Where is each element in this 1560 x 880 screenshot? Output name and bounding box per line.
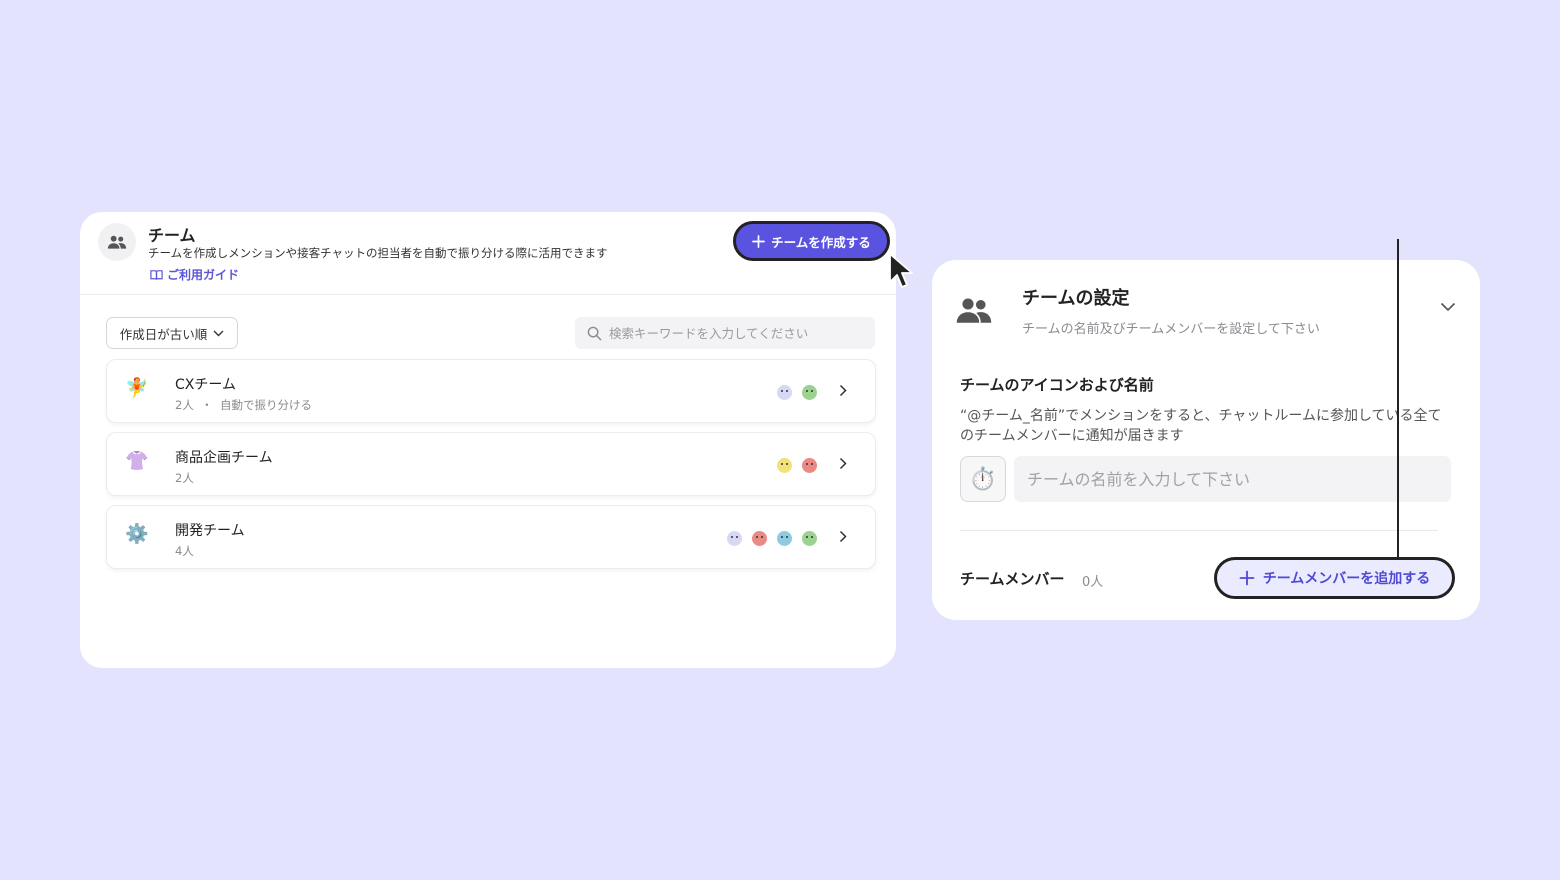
guide-link-label: ご利用ガイド [167,268,240,282]
add-member-label: チームメンバーを追加する [1262,571,1431,587]
team-list: 🧚 CXチーム 2人 ・ 自動で振り分ける 👚 商品企画チーム 2人 ⚙️ 開発… [106,359,876,578]
chevron-down-icon[interactable] [1440,302,1456,312]
fairy-icon: 🧚 [125,377,149,399]
create-team-button[interactable]: チームを作成する [733,221,890,261]
settings-subtitle: チームの名前及びチームメンバーを設定して下さい [1022,322,1320,337]
avatar [802,458,817,473]
search-input[interactable] [609,325,859,341]
team-name: CXチーム [175,377,236,393]
sort-label: 作成日が古い順 [119,326,208,342]
book-icon [150,269,163,280]
shirt-icon: 👚 [125,450,149,472]
sort-dropdown[interactable]: 作成日が古い順 [106,317,238,349]
separator: ・ [201,398,213,412]
search-icon [587,326,602,340]
chevron-right-icon [839,530,847,543]
team-name: 商品企画チーム [175,450,273,466]
stopwatch-icon: ⏱️ [969,466,997,492]
add-member-button[interactable]: チームメンバーを追加する [1214,557,1455,599]
plus-icon [752,234,766,248]
team-name: 開発チーム [175,523,245,539]
team-icon-picker[interactable]: ⏱️ [960,456,1006,502]
team-row-dev[interactable]: ⚙️ 開発チーム 4人 [106,505,876,569]
chevron-down-icon [213,330,224,336]
settings-title: チームの設定 [1022,288,1130,309]
team-meta: 2人 ・ 自動で振り分ける [175,397,312,413]
member-avatars [727,531,817,546]
chevron-right-icon [839,384,847,397]
search-box [575,317,875,349]
divider [960,530,1438,531]
page-title: チーム [148,226,196,245]
avatar [777,385,792,400]
member-count: 0人 [1082,575,1104,590]
avatar [802,385,817,400]
create-team-label: チームを作成する [771,234,871,250]
member-count: 4人 [175,544,194,558]
icon-name-section-desc: “@チーム_名前”でメンションをすると、チャットルームに参加している全てのチーム… [960,408,1442,444]
member-count: 2人 [175,471,194,485]
icon-name-section-title: チームのアイコンおよび名前 [960,376,1154,394]
team-icon [98,223,136,261]
mouse-cursor-icon [889,253,913,288]
team-row-product[interactable]: 👚 商品企画チーム 2人 [106,432,876,496]
plus-icon [1239,570,1255,586]
member-count: 2人 [175,398,194,412]
member-avatars [777,385,817,400]
gear-icon: ⚙️ [125,523,149,545]
team-icon [956,298,992,323]
page-description: チームを作成しメンションや接客チャットの担当者を自動で振り分ける際に活用できます [148,246,608,260]
member-avatars [777,458,817,473]
assign-mode: 自動で振り分ける [219,398,312,412]
annotation-line [1397,239,1399,559]
avatar [752,531,767,546]
member-section-title: チームメンバー [960,570,1065,588]
guide-link[interactable]: ご利用ガイド [150,266,239,283]
avatar [777,531,792,546]
team-row-cx[interactable]: 🧚 CXチーム 2人 ・ 自動で振り分ける [106,359,876,423]
team-list-panel: チーム チームを作成しメンションや接客チャットの担当者を自動で振り分ける際に活用… [80,212,913,668]
team-name-input[interactable] [1014,456,1451,502]
avatar [802,531,817,546]
panel-header: チーム チームを作成しメンションや接客チャットの担当者を自動で振り分ける際に活用… [80,212,913,295]
avatar [777,458,792,473]
avatar [727,531,742,546]
chevron-right-icon [839,457,847,470]
